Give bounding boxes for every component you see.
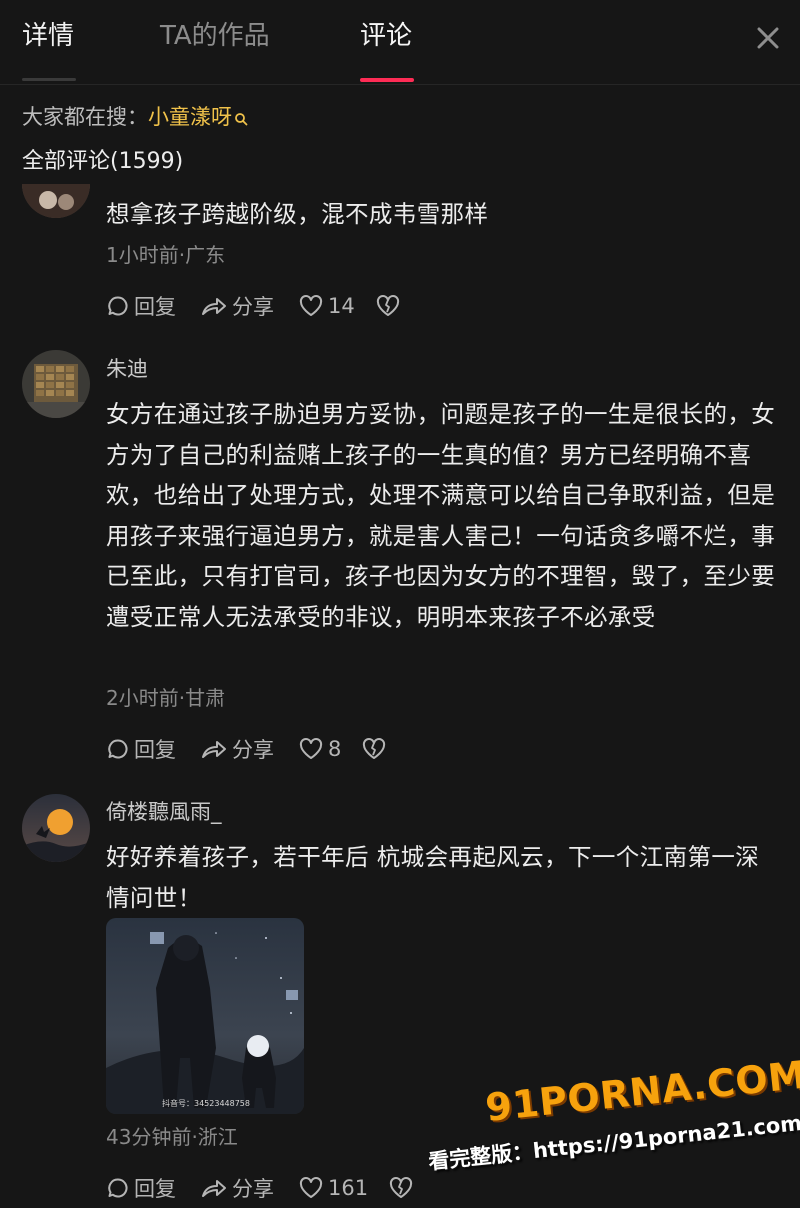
share-button[interactable]: 分享 xyxy=(200,1173,274,1203)
broken-heart-icon xyxy=(363,738,386,759)
comment-text: 女方在通过孩子胁迫男方妥协，问题是孩子的一生是很长的，女方为了自己的利益赌上孩子… xyxy=(106,400,776,631)
hot-search-row: 大家都在搜：小童漾呀 xyxy=(22,100,248,136)
reply-label: 回复 xyxy=(134,295,176,319)
tab-works[interactable]: TA的作品 xyxy=(160,18,270,54)
reply-label: 回复 xyxy=(134,1177,176,1201)
watermark-overlay: 91PORNA.COM 看完整版：https://91porna21.com xyxy=(427,1053,800,1190)
comment-meta: 1小时前·广东 xyxy=(106,243,226,267)
reply-button[interactable]: 回复 xyxy=(106,734,176,764)
comment-actions: 回复 分享 14 xyxy=(106,290,429,322)
comment-meta: 2小时前·甘肃 xyxy=(106,686,226,710)
search-icon xyxy=(234,102,248,136)
watermark-url: 看完整版：https://91porna21.com xyxy=(427,1110,800,1175)
header-divider xyxy=(0,84,800,85)
like-count: 8 xyxy=(328,737,342,761)
share-button[interactable]: 分享 xyxy=(200,291,274,321)
reply-button[interactable]: 回复 xyxy=(106,291,176,321)
comment-text: 好好养着孩子，若干年后 杭城会再起风云，下一个江南第一深情问世！ xyxy=(106,843,760,912)
broken-heart-icon xyxy=(390,1177,413,1198)
comment-image[interactable]: 抖音号：34523448758 xyxy=(106,918,304,1114)
heart-icon xyxy=(299,295,323,316)
close-icon xyxy=(757,27,779,49)
reply-icon xyxy=(108,1178,128,1198)
tab-detail-indicator xyxy=(22,78,76,81)
comment-text: 想拿孩子跨越阶级，混不成韦雪那样 xyxy=(106,200,489,228)
share-label: 分享 xyxy=(232,295,274,319)
top-tab-bar: 详情 TA的作品 评论 xyxy=(0,0,800,82)
close-button[interactable] xyxy=(750,20,786,56)
comment-meta: 43分钟前·浙江 xyxy=(106,1125,238,1149)
share-label: 分享 xyxy=(232,1177,274,1201)
tab-comments[interactable]: 评论 xyxy=(360,18,412,54)
like-count: 161 xyxy=(328,1176,369,1200)
hot-search-prefix: 大家都在搜： xyxy=(22,105,148,129)
heart-icon xyxy=(299,738,323,759)
share-icon xyxy=(202,298,226,315)
comment-actions: 回复 分享 161 xyxy=(106,1172,442,1204)
dislike-button[interactable] xyxy=(375,294,405,318)
comment-author[interactable]: 朱迪 xyxy=(106,354,148,384)
avatar[interactable] xyxy=(22,350,90,418)
share-icon xyxy=(202,1180,226,1197)
share-icon xyxy=(202,741,226,758)
like-button[interactable]: 14 xyxy=(298,294,355,318)
reply-label: 回复 xyxy=(134,738,176,762)
heart-icon xyxy=(299,1177,323,1198)
tab-detail[interactable]: 详情 xyxy=(22,18,74,54)
reply-icon xyxy=(108,739,128,759)
like-button[interactable]: 161 xyxy=(298,1176,368,1200)
dislike-button[interactable] xyxy=(388,1176,418,1200)
broken-heart-icon xyxy=(376,295,399,316)
dislike-button[interactable] xyxy=(361,737,391,761)
share-button[interactable]: 分享 xyxy=(200,734,274,764)
comment-author[interactable]: 倚楼聽風雨_ xyxy=(106,797,222,827)
active-tab-indicator xyxy=(360,78,414,82)
like-count: 14 xyxy=(328,294,355,318)
like-button[interactable]: 8 xyxy=(298,737,341,761)
avatar[interactable] xyxy=(22,794,90,862)
reply-icon xyxy=(108,296,128,316)
share-label: 分享 xyxy=(232,738,274,762)
hot-search-keyword[interactable]: 小童漾呀 xyxy=(148,105,232,129)
image-watermark-text: 抖音号：34523448758 xyxy=(162,1099,250,1108)
comment-actions: 回复 分享 8 xyxy=(106,733,415,765)
comments-count-header-overlay: 全部评论(1599) xyxy=(22,149,184,174)
reply-button[interactable]: 回复 xyxy=(106,1173,176,1203)
